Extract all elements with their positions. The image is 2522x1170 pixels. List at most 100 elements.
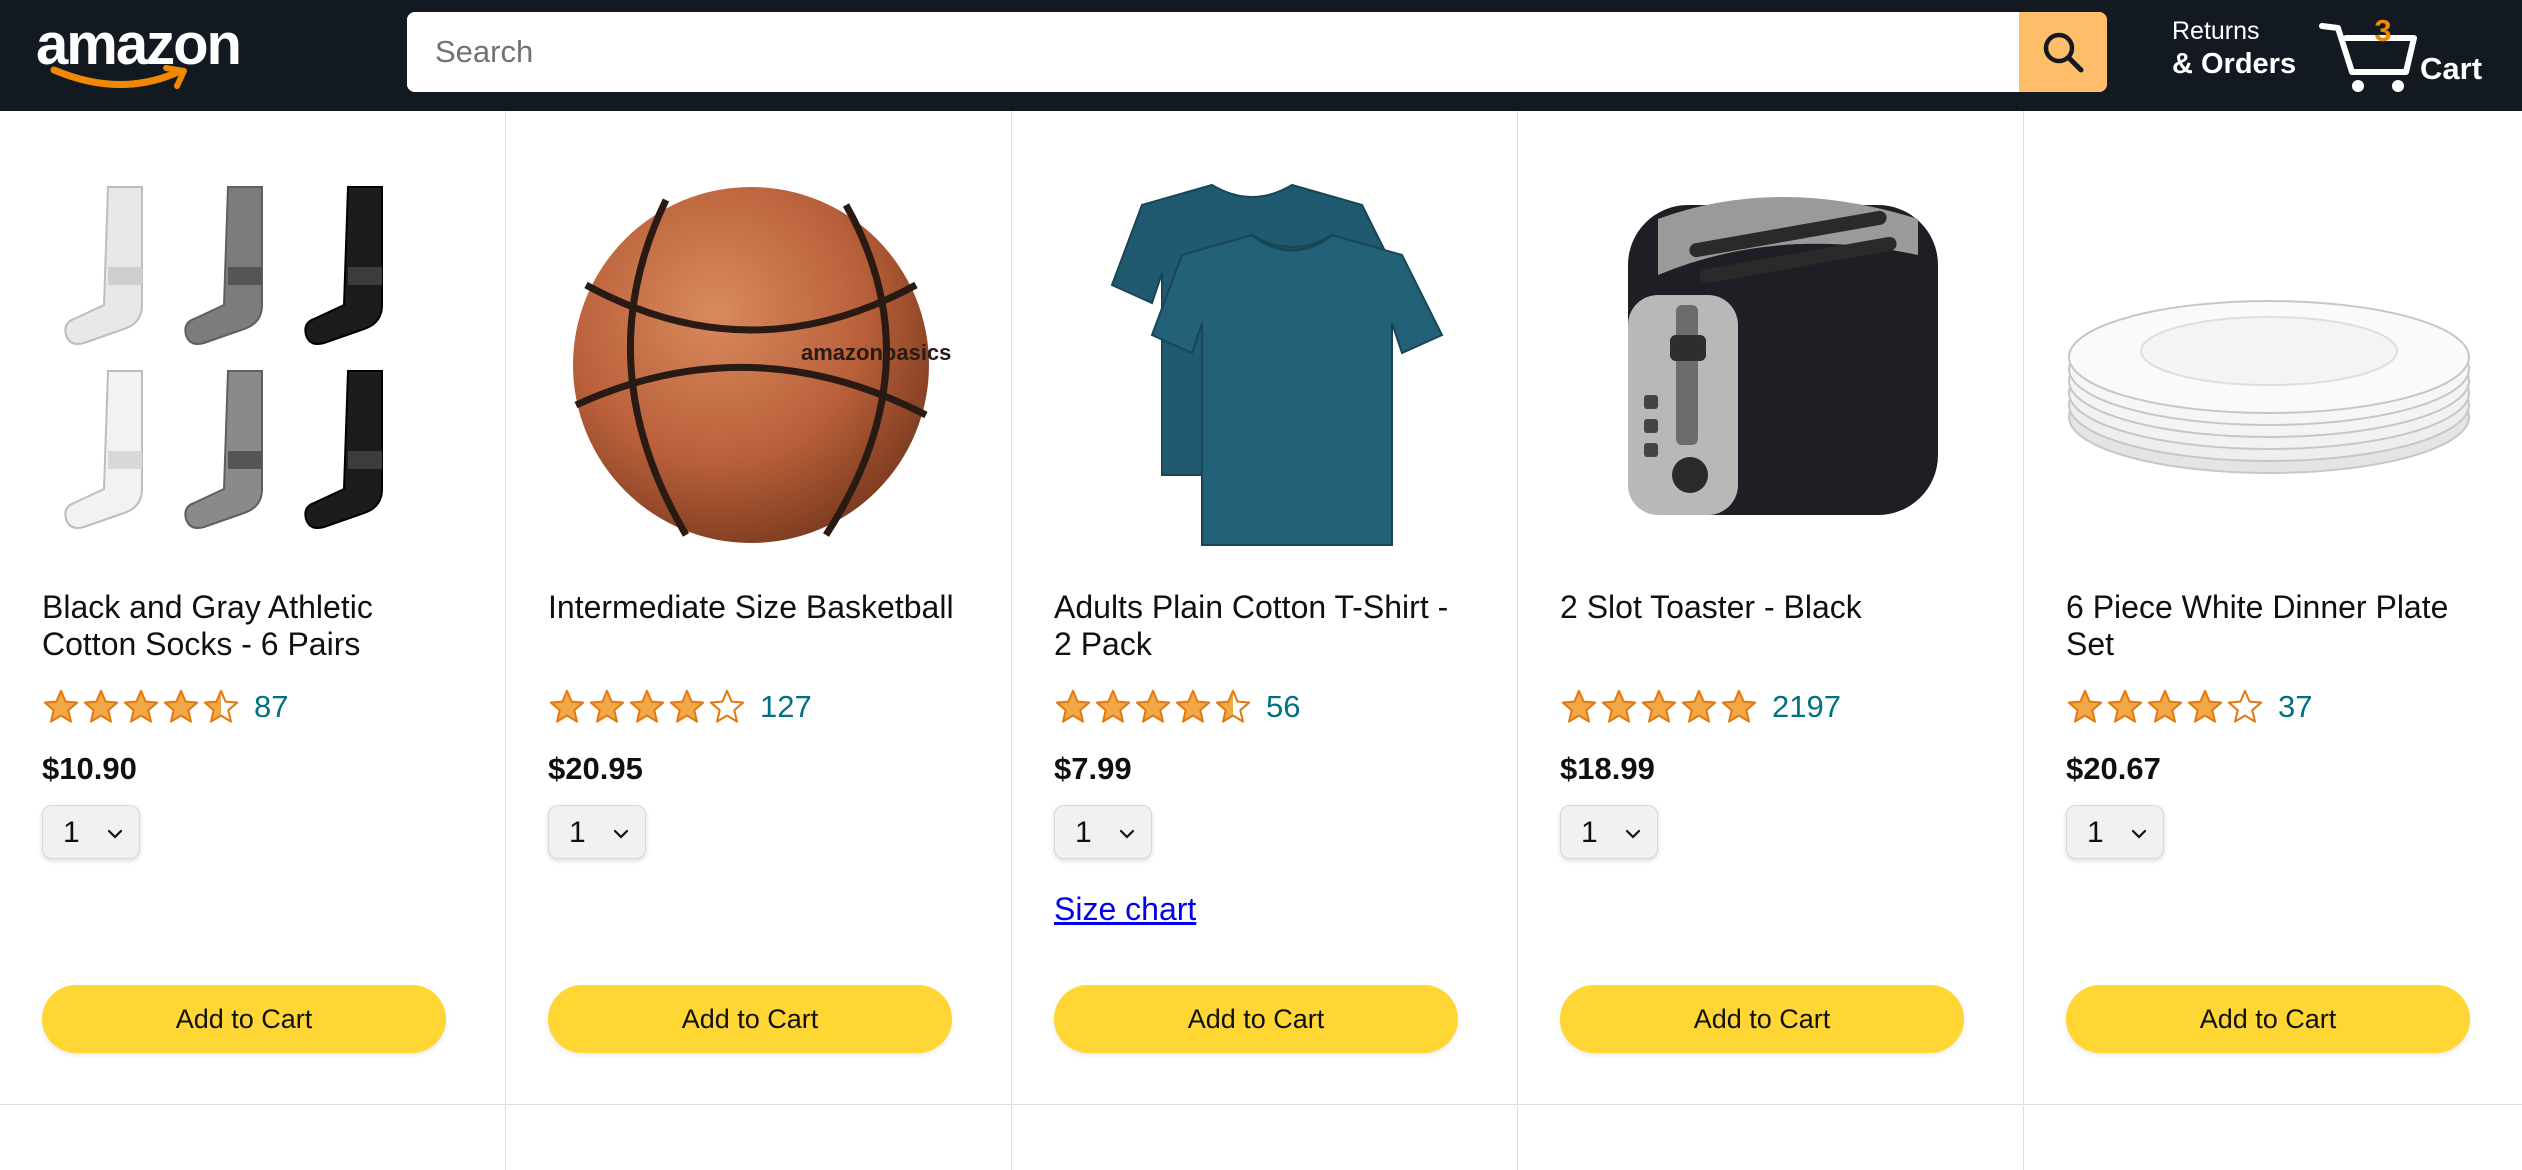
product-card: 6 Piece White Dinner Plate Set 37 $20.67… [2024,111,2522,1105]
search-icon [2043,32,2084,73]
product-grid: Black and Gray Athletic Cotton Socks - 6… [0,111,2522,1170]
chevron-down-icon [1119,829,1135,839]
star-full-icon [669,689,705,723]
star-full-icon [1135,689,1171,723]
product-price: $18.99 [1560,751,1655,786]
add-to-cart-button[interactable]: Add to Cart [1054,985,1458,1053]
star-full-icon [123,689,159,723]
logo-smile-icon [50,65,187,89]
search-input[interactable] [407,12,2019,92]
star-full-icon [2067,689,2103,723]
star-empty-icon [709,689,745,723]
star-full-icon [2187,689,2223,723]
search-bar [407,12,2107,92]
product-rating: 56 [1054,685,1300,729]
product-card-next-row [0,1106,506,1170]
product-rating: 37 [2066,685,2312,729]
product-card: Black and Gray Athletic Cotton Socks - 6… [0,111,506,1105]
toaster-image[interactable] [1558,175,1968,555]
tshirt-image[interactable] [1052,175,1462,555]
product-card-next-row [1012,1106,1518,1170]
search-button[interactable] [2019,12,2107,92]
star-full-icon [629,689,665,723]
product-card: Adults Plain Cotton T-Shirt - 2 Pack 56 … [1012,111,1518,1105]
star-rating[interactable] [2066,688,2264,726]
quantity-value: 1 [569,816,586,849]
product-card-next-row [1518,1106,2024,1170]
cart-label: Cart [2420,51,2483,86]
amazon-logo[interactable]: amazon [36,12,246,90]
product-price: $7.99 [1054,751,1132,786]
plates-image[interactable] [2064,175,2474,555]
returns-label: Returns [2172,17,2260,45]
quantity-select[interactable]: 1 [548,805,646,859]
basketball-brand-text: amazonbasics [801,340,951,365]
product-title[interactable]: 2 Slot Toaster - Black [1560,589,1980,626]
orders-label: & Orders [2172,48,2297,80]
product-rating: 127 [548,685,812,729]
star-rating[interactable] [42,688,240,726]
basketball-image[interactable]: amazonbasics [546,175,956,555]
quantity-value: 1 [1075,816,1092,849]
rating-count-link[interactable]: 37 [2278,689,2312,725]
returns-orders-link[interactable]: Returns & Orders [2172,16,2312,82]
star-full-icon [1601,689,1637,723]
star-full-icon [549,689,585,723]
product-rating: 2197 [1560,685,1841,729]
star-full-icon [1641,689,1677,723]
add-to-cart-button[interactable]: Add to Cart [2066,985,2470,1053]
chevron-down-icon [613,829,629,839]
rating-count-link[interactable]: 2197 [1772,689,1841,725]
product-price: $20.95 [548,751,643,786]
rating-count-link[interactable]: 56 [1266,689,1300,725]
star-full-icon [1055,689,1091,723]
quantity-select[interactable]: 1 [1054,805,1152,859]
quantity-value: 1 [2087,816,2104,849]
star-full-icon [1175,689,1211,723]
quantity-select[interactable]: 1 [2066,805,2164,859]
star-half-icon [203,689,239,723]
star-full-icon [1721,689,1757,723]
add-to-cart-button[interactable]: Add to Cart [548,985,952,1053]
star-rating[interactable] [1560,688,1758,726]
quantity-select[interactable]: 1 [42,805,140,859]
star-full-icon [1681,689,1717,723]
cart-button[interactable]: 3 Cart [2318,10,2518,100]
star-full-icon [2147,689,2183,723]
rating-count-link[interactable]: 87 [254,689,288,725]
star-half-icon [1215,689,1251,723]
star-rating[interactable] [548,688,746,726]
star-full-icon [2107,689,2143,723]
product-card-next-row [506,1106,1012,1170]
star-full-icon [589,689,625,723]
product-card: 2 Slot Toaster - Black 2197 $18.99 1 Add… [1518,111,2024,1105]
star-full-icon [43,689,79,723]
quantity-value: 1 [1581,816,1598,849]
product-card: amazonbasics Intermediate Size Basketbal… [506,111,1012,1105]
cart-count-badge: 3 [2374,13,2392,48]
quantity-select[interactable]: 1 [1560,805,1658,859]
size-chart-link[interactable]: Size chart [1054,891,1196,928]
star-full-icon [83,689,119,723]
star-full-icon [1095,689,1131,723]
product-title[interactable]: Black and Gray Athletic Cotton Socks - 6… [42,589,462,663]
chevron-down-icon [2131,829,2147,839]
add-to-cart-button[interactable]: Add to Cart [42,985,446,1053]
socks-image[interactable] [40,175,450,555]
star-rating[interactable] [1054,688,1252,726]
star-empty-icon [2227,689,2263,723]
product-card-next-row [2024,1106,2522,1170]
product-rating: 87 [42,685,288,729]
chevron-down-icon [107,829,123,839]
product-title[interactable]: 6 Piece White Dinner Plate Set [2066,589,2486,663]
top-header: amazon Returns & Orders 3 Cart [0,0,2522,111]
quantity-value: 1 [63,816,80,849]
add-to-cart-button[interactable]: Add to Cart [1560,985,1964,1053]
product-title[interactable]: Adults Plain Cotton T-Shirt - 2 Pack [1054,589,1474,663]
star-full-icon [163,689,199,723]
product-title[interactable]: Intermediate Size Basketball [548,589,968,626]
rating-count-link[interactable]: 127 [760,689,812,725]
chevron-down-icon [1625,829,1641,839]
product-price: $20.67 [2066,751,2161,786]
star-full-icon [1561,689,1597,723]
